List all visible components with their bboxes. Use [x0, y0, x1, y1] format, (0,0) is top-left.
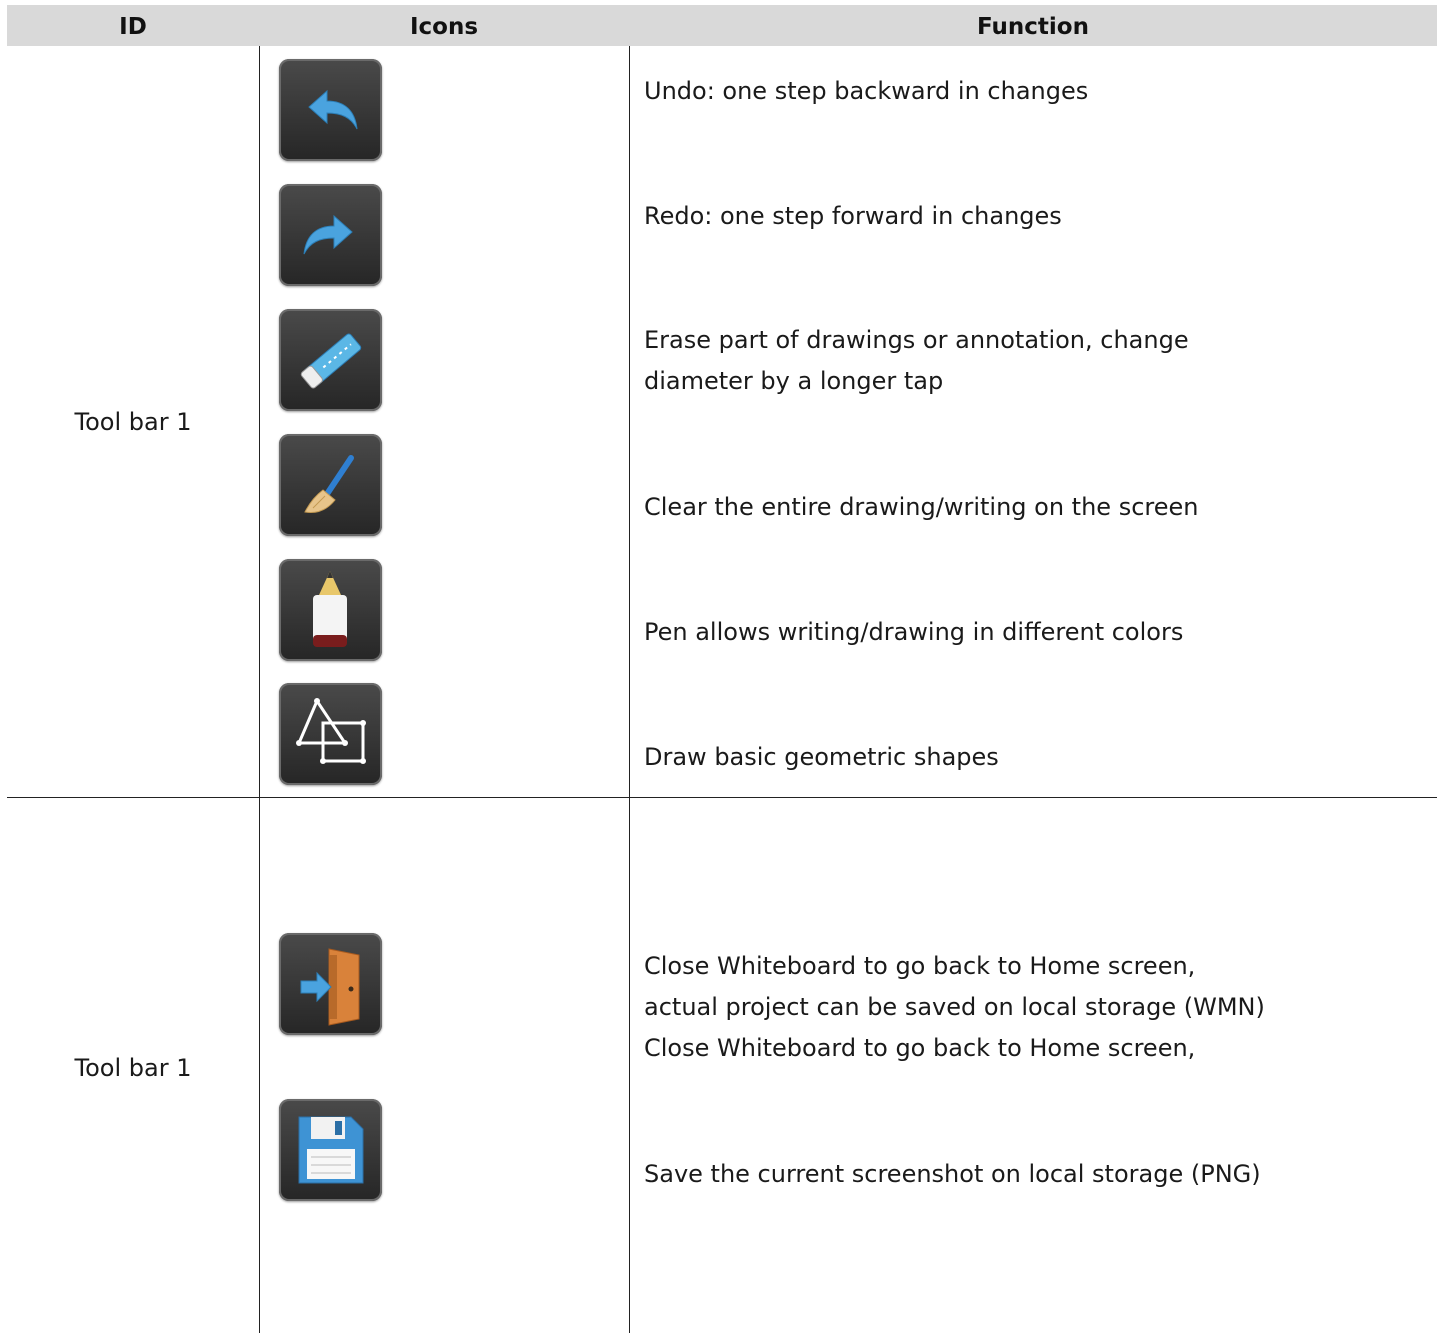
shapes-icon [279, 683, 382, 785]
table-header: ID Icons Function [7, 5, 1437, 46]
function-text: Save the current screenshot on local sto… [644, 1160, 1261, 1188]
function-text: Close Whiteboard to go back to Home scre… [644, 952, 1265, 1062]
column-divider-id [259, 46, 260, 1333]
function-text: Erase part of drawings or annotation, ch… [644, 326, 1189, 395]
group-divider [7, 797, 1437, 798]
group-id-label: Tool bar 1 [74, 408, 192, 436]
save-floppy-icon [279, 1099, 382, 1201]
exit-door-icon [279, 933, 382, 1035]
function-text: Pen allows writing/drawing in different … [644, 618, 1184, 646]
pen-icon [279, 559, 382, 661]
broom-icon [279, 434, 382, 536]
function-text: Clear the entire drawing/writing on the … [644, 493, 1199, 521]
function-text: Draw basic geometric shapes [644, 743, 999, 771]
function-text: Undo: one step backward in changes [644, 77, 1089, 105]
eraser-icon [279, 309, 382, 411]
group-id-label: Tool bar 1 [74, 1054, 192, 1082]
header-function: Function [976, 14, 1089, 40]
column-divider-icons [629, 46, 630, 1333]
redo-icon [279, 184, 382, 286]
function-text: Redo: one step forward in changes [644, 202, 1062, 230]
header-id: ID [119, 14, 147, 40]
header-icons: Icons [409, 14, 479, 40]
undo-icon [279, 59, 382, 161]
